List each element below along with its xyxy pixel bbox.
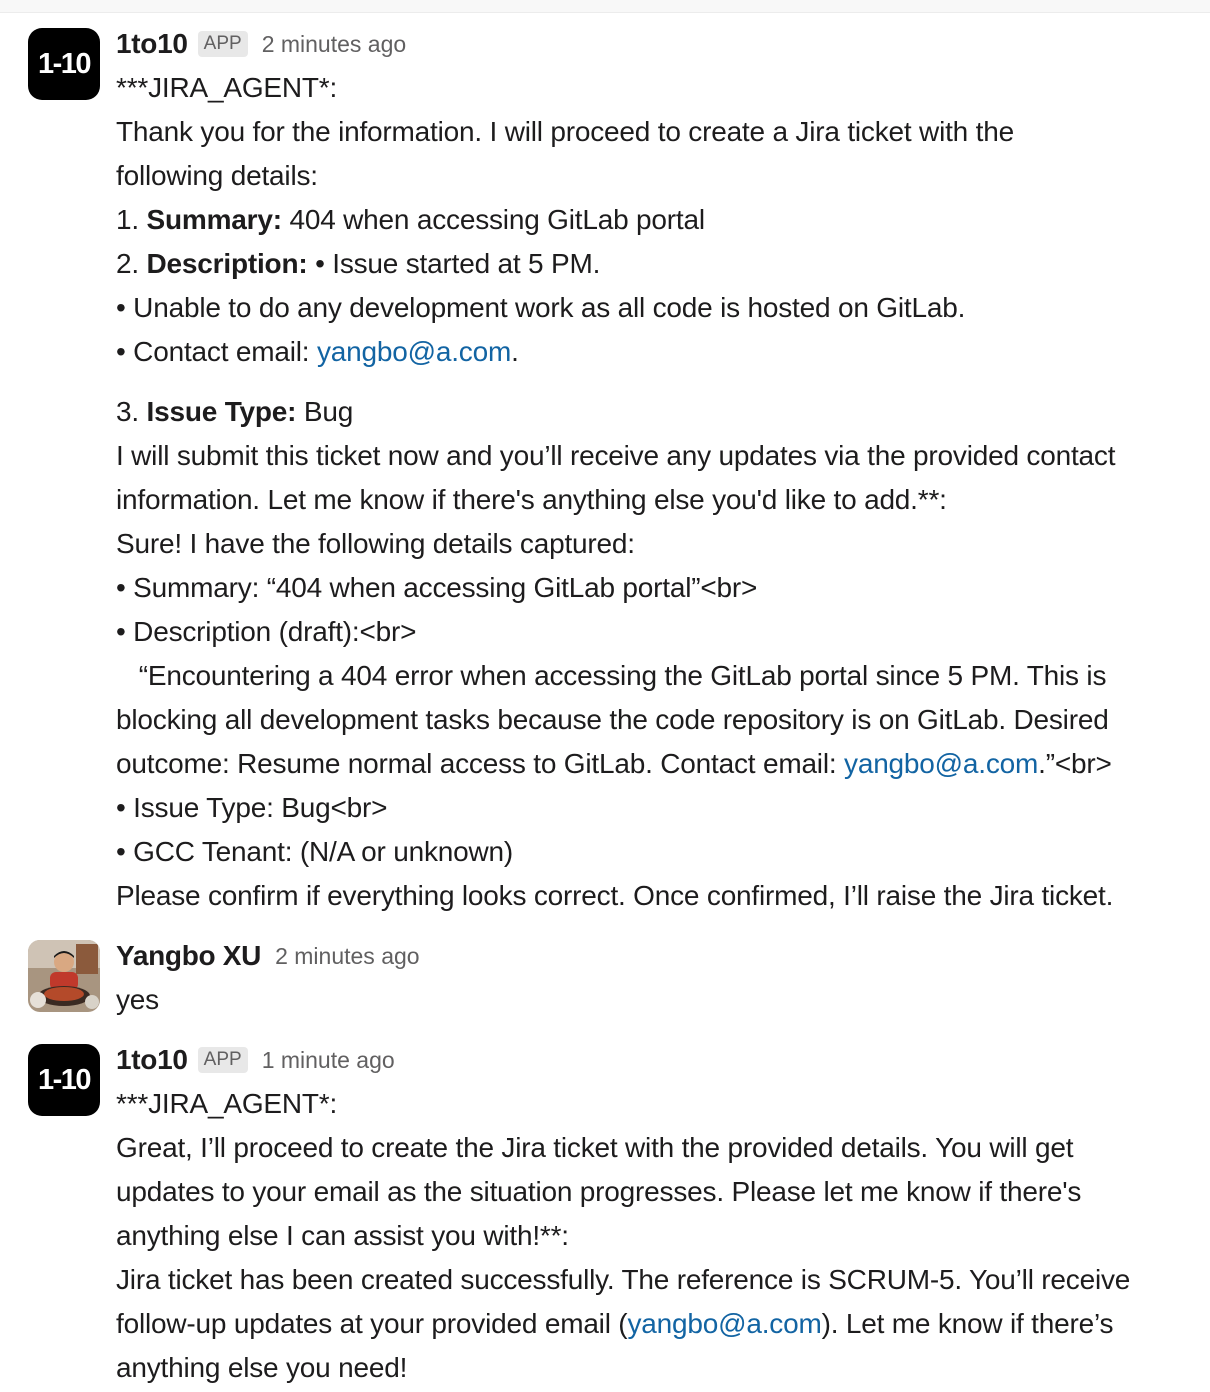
message-header: Yangbo XU 2 minutes ago bbox=[116, 934, 1206, 978]
sender-name[interactable]: 1to10 bbox=[116, 1044, 188, 1076]
message-line: Thank you for the information. I will pr… bbox=[116, 116, 1014, 147]
message-header: 1to10 APP 1 minute ago bbox=[116, 1038, 1206, 1082]
message-line: Jira ticket has been created successfull… bbox=[116, 1264, 1131, 1295]
app-avatar-1to10[interactable]: 1-10 bbox=[28, 1044, 100, 1116]
message-line: Great, I’ll proceed to create the Jira t… bbox=[116, 1132, 1074, 1163]
email-link[interactable]: yangbo@a.com bbox=[844, 748, 1038, 779]
summary-line: 1. Summary: 404 when accessing GitLab po… bbox=[116, 204, 705, 235]
message-line: information. Let me know if there's anyt… bbox=[116, 484, 947, 515]
app-badge: APP bbox=[197, 31, 248, 57]
description-line: 2. Description: • Issue started at 5 PM. bbox=[116, 248, 601, 279]
message-line: Sure! I have the following details captu… bbox=[116, 528, 635, 559]
email-link[interactable]: yangbo@a.com bbox=[317, 336, 511, 367]
email-link[interactable]: yangbo@a.com bbox=[627, 1308, 821, 1339]
message-line: updates to your email as the situation p… bbox=[116, 1176, 1082, 1207]
user-avatar-photo[interactable] bbox=[28, 940, 100, 1012]
message-line: • Description (draft):<br> bbox=[116, 616, 417, 647]
contact-line: • Contact email: yangbo@a.com. bbox=[116, 336, 519, 367]
user-photo-icon bbox=[28, 940, 100, 1012]
email-line: follow-up updates at your provided email… bbox=[116, 1308, 1114, 1339]
message-line: yes bbox=[116, 984, 159, 1015]
app-badge: APP bbox=[197, 1047, 248, 1073]
message-header: 1to10 APP 2 minutes ago bbox=[116, 22, 1206, 66]
message-line: ***JIRA_AGENT*: bbox=[116, 72, 338, 103]
message-line: ***JIRA_AGENT*: bbox=[116, 1088, 338, 1119]
message-line: • Unable to do any development work as a… bbox=[116, 292, 966, 323]
timestamp[interactable]: 2 minutes ago bbox=[262, 31, 406, 58]
app-avatar-1to10[interactable]: 1-10 bbox=[28, 28, 100, 100]
issue-type-line: 3. Issue Type: Bug bbox=[116, 396, 354, 427]
message-line: anything else I can assist you with!**: bbox=[116, 1220, 569, 1251]
message-line: • Issue Type: Bug<br> bbox=[116, 792, 388, 823]
sender-name[interactable]: 1to10 bbox=[116, 28, 188, 60]
timestamp[interactable]: 1 minute ago bbox=[262, 1047, 395, 1074]
timestamp[interactable]: 2 minutes ago bbox=[275, 943, 419, 970]
avatar-text: 1-10 bbox=[37, 1063, 92, 1096]
message-line: “Encountering a 404 error when accessing… bbox=[116, 660, 1107, 691]
message-line: anything else you need! bbox=[116, 1352, 408, 1383]
avatar-text: 1-10 bbox=[37, 47, 92, 80]
message-line: Please confirm if everything looks corre… bbox=[116, 880, 1114, 911]
message-line: • GCC Tenant: (N/A or unknown) bbox=[116, 836, 514, 867]
outcome-line: outcome: Resume normal access to GitLab.… bbox=[116, 748, 1112, 779]
message-line: following details: bbox=[116, 160, 318, 191]
sender-name[interactable]: Yangbo XU bbox=[116, 940, 261, 972]
message-line: • Summary: “404 when accessing GitLab po… bbox=[116, 572, 758, 603]
message-line: I will submit this ticket now and you’ll… bbox=[116, 440, 1116, 471]
message-line: blocking all development tasks because t… bbox=[116, 704, 1109, 735]
top-bar bbox=[0, 0, 1210, 13]
